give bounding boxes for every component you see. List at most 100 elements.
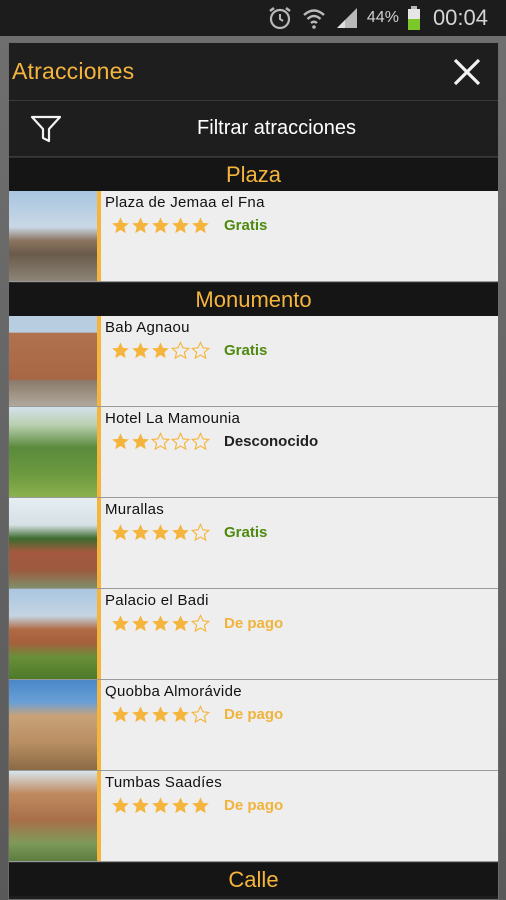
star-filled-icon (112, 524, 129, 541)
star-filled-icon (152, 706, 169, 723)
star-filled-icon (172, 797, 189, 814)
price-label: Desconocido (224, 433, 319, 450)
attraction-thumbnail (9, 771, 97, 861)
star-filled-icon (132, 706, 149, 723)
status-bar: 44% 00:04 (0, 0, 506, 36)
rating-row: De pago (111, 796, 283, 815)
list-item[interactable]: Murallas Gratis (9, 498, 498, 589)
star-filled-icon (112, 433, 129, 450)
item-body: Bab Agnaou Gratis (101, 316, 267, 406)
star-filled-icon (132, 797, 149, 814)
item-body: Plaza de Jemaa el Fna Gratis (101, 191, 267, 281)
attraction-name: Murallas (105, 501, 165, 518)
rating-row: De pago (111, 614, 283, 633)
attraction-name: Tumbas Saadíes (105, 774, 223, 791)
attraction-thumbnail (9, 407, 97, 497)
price-label: Gratis (224, 524, 268, 541)
battery-icon (407, 5, 421, 31)
star-filled-icon (152, 217, 169, 234)
star-rating (111, 705, 210, 724)
star-empty-icon (191, 614, 210, 633)
price-label: Gratis (224, 217, 268, 234)
price-label: De pago (224, 797, 284, 814)
attraction-name: Quobba Almorávide (105, 683, 242, 700)
star-filled-icon (112, 706, 129, 723)
filter-icon (30, 115, 62, 143)
star-rating (111, 341, 210, 360)
rating-row: De pago (111, 705, 283, 724)
rating-row: Gratis (111, 341, 267, 360)
star-filled-icon (132, 615, 149, 632)
star-filled-icon (112, 797, 129, 814)
star-filled-icon (132, 342, 149, 359)
star-filled-icon (152, 342, 169, 359)
rating-row: Gratis (111, 216, 267, 235)
alarm-icon (267, 5, 293, 31)
attraction-name: Plaza de Jemaa el Fna (105, 194, 265, 211)
filter-label: Filtrar atracciones (197, 117, 356, 139)
filter-row[interactable]: Filtrar atracciones (9, 101, 498, 157)
star-filled-icon (112, 342, 129, 359)
star-empty-icon (151, 432, 170, 451)
attraction-list[interactable]: Plaza Plaza de Jemaa el Fna Gratis Monument… (9, 157, 498, 896)
section-header: Calle (9, 862, 498, 896)
star-empty-icon (191, 523, 210, 542)
attraction-thumbnail (9, 498, 97, 588)
attraction-name: Bab Agnaou (105, 319, 190, 336)
star-filled-icon (192, 797, 209, 814)
star-filled-icon (172, 524, 189, 541)
close-button[interactable] (450, 55, 484, 89)
item-body: Palacio el Badi De pago (101, 589, 283, 679)
star-filled-icon (152, 615, 169, 632)
close-icon (453, 58, 481, 85)
star-empty-icon (191, 432, 210, 451)
star-rating (111, 216, 210, 235)
star-filled-icon (172, 615, 189, 632)
dialog-title: Atracciones (12, 58, 135, 84)
clock: 00:04 (432, 5, 488, 30)
star-rating (111, 432, 210, 451)
list-item[interactable]: Plaza de Jemaa el Fna Gratis (9, 191, 498, 282)
dialog-header: Atracciones (9, 43, 498, 101)
star-filled-icon (152, 524, 169, 541)
star-filled-icon (132, 524, 149, 541)
item-body: Hotel La Mamounia Desconocido (101, 407, 318, 497)
section-header: Monumento (9, 282, 498, 316)
list-item[interactable]: Tumbas Saadíes De pago (9, 771, 498, 862)
attraction-thumbnail (9, 316, 97, 406)
price-label: Gratis (224, 342, 268, 359)
star-filled-icon (132, 433, 149, 450)
star-rating (111, 796, 210, 815)
attraction-thumbnail (9, 680, 97, 770)
list-item[interactable]: Hotel La Mamounia Desconocido (9, 407, 498, 498)
star-filled-icon (112, 615, 129, 632)
attraction-thumbnail (9, 589, 97, 679)
price-label: De pago (224, 706, 284, 723)
attraction-thumbnail (9, 191, 97, 281)
star-empty-icon (191, 705, 210, 724)
star-filled-icon (192, 217, 209, 234)
star-filled-icon (172, 217, 189, 234)
star-rating (111, 523, 210, 542)
wifi-icon (301, 5, 327, 31)
star-rating (111, 614, 210, 633)
price-label: De pago (224, 615, 284, 632)
list-item[interactable]: Palacio el Badi De pago (9, 589, 498, 680)
attraction-name: Palacio el Badi (105, 592, 209, 609)
list-item[interactable]: Quobba Almorávide De pago (9, 680, 498, 771)
star-empty-icon (171, 432, 190, 451)
section-header: Plaza (9, 157, 498, 191)
item-body: Murallas Gratis (101, 498, 267, 588)
star-filled-icon (132, 217, 149, 234)
attractions-dialog: Atracciones Filtrar atracciones Plaza Pla… (8, 42, 499, 900)
attraction-name: Hotel La Mamounia (105, 410, 241, 427)
rating-row: Gratis (111, 523, 267, 542)
rating-row: Desconocido (111, 432, 318, 451)
star-empty-icon (171, 341, 190, 360)
list-item[interactable]: Bab Agnaou Gratis (9, 316, 498, 407)
star-filled-icon (152, 797, 169, 814)
star-filled-icon (112, 217, 129, 234)
battery-percent: 44% (366, 9, 399, 26)
signal-icon (335, 6, 359, 30)
star-filled-icon (172, 706, 189, 723)
